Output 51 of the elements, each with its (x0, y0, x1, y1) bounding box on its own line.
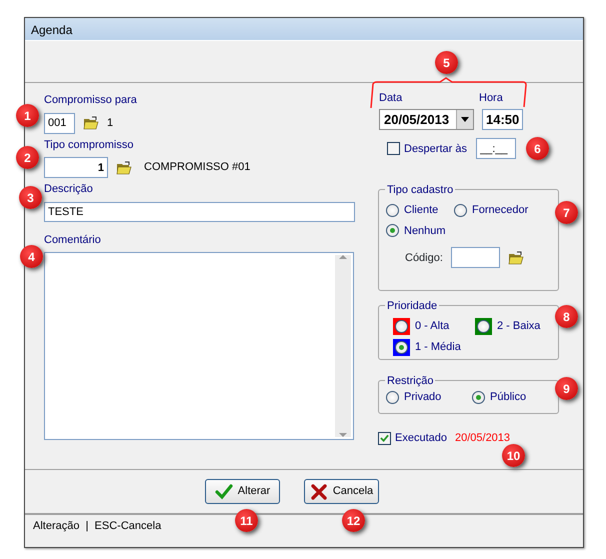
folder-icon[interactable] (83, 116, 99, 130)
folder-icon[interactable] (508, 250, 524, 264)
input-field[interactable] (450, 247, 500, 268)
radio-button[interactable] (454, 204, 467, 217)
cancel-button[interactable]: Cancela (304, 479, 379, 504)
caret-icon[interactable] (456, 110, 473, 129)
radio-label: Fornecedor (472, 203, 528, 218)
radio-label: 0 - Alta (415, 319, 450, 334)
radio-button[interactable] (386, 390, 399, 404)
record-number: 1 (107, 116, 114, 131)
input-field[interactable]: TESTE (44, 202, 355, 222)
radio-label: 2 - Baixa (497, 319, 540, 334)
radio-label: Público (490, 390, 526, 405)
field-label: Tipo compromisso (44, 138, 134, 152)
field-label: Hora (479, 91, 503, 105)
check-icon (214, 482, 233, 500)
field-label: Compromisso para (44, 93, 137, 107)
date-dropdown[interactable]: 20/05/2013 (379, 109, 474, 130)
window-title: Agenda (25, 18, 583, 41)
field-label: Data (379, 91, 404, 105)
callout-marker: 2 (16, 146, 39, 169)
folder-icon[interactable] (116, 160, 132, 174)
type-name: COMPROMISSO #01 (144, 160, 250, 176)
input-field[interactable]: 14:50 (482, 109, 523, 130)
radio-button[interactable] (386, 224, 399, 238)
radio-label: Cliente (404, 203, 438, 218)
field-label: Código: (405, 250, 443, 264)
check-icon (380, 434, 389, 442)
group-title: Restrição (385, 373, 436, 390)
callout-marker: 4 (20, 245, 43, 268)
input-field[interactable]: 001 (44, 112, 75, 134)
callout-marker: 3 (19, 186, 42, 209)
group-title: Tipo cadastro (385, 182, 456, 198)
radio-label: Privado (404, 390, 442, 405)
radio-button[interactable] (472, 390, 485, 404)
close-icon (310, 482, 328, 500)
radio-label: Nenhum (404, 224, 446, 238)
input-field[interactable]: 1 (44, 157, 108, 178)
callout-marker: 1 (16, 104, 39, 127)
radio-button[interactable] (386, 204, 399, 217)
checkbox-label: Despertar às (404, 142, 468, 156)
confirm-button[interactable]: Alterar (205, 479, 280, 504)
radio-label: 1 - Média (415, 340, 461, 356)
executed-date: 20/05/2013 (454, 431, 510, 446)
field-label: Descrição (44, 182, 93, 196)
status-text: Alteração | ESC-Cancela (33, 520, 162, 532)
checkbox[interactable] (387, 142, 400, 155)
checkbox-label: Executado (395, 431, 447, 446)
field-label: Comentário (44, 232, 101, 246)
checkbox[interactable] (378, 432, 391, 445)
input-field[interactable]: __:__ (476, 138, 516, 159)
